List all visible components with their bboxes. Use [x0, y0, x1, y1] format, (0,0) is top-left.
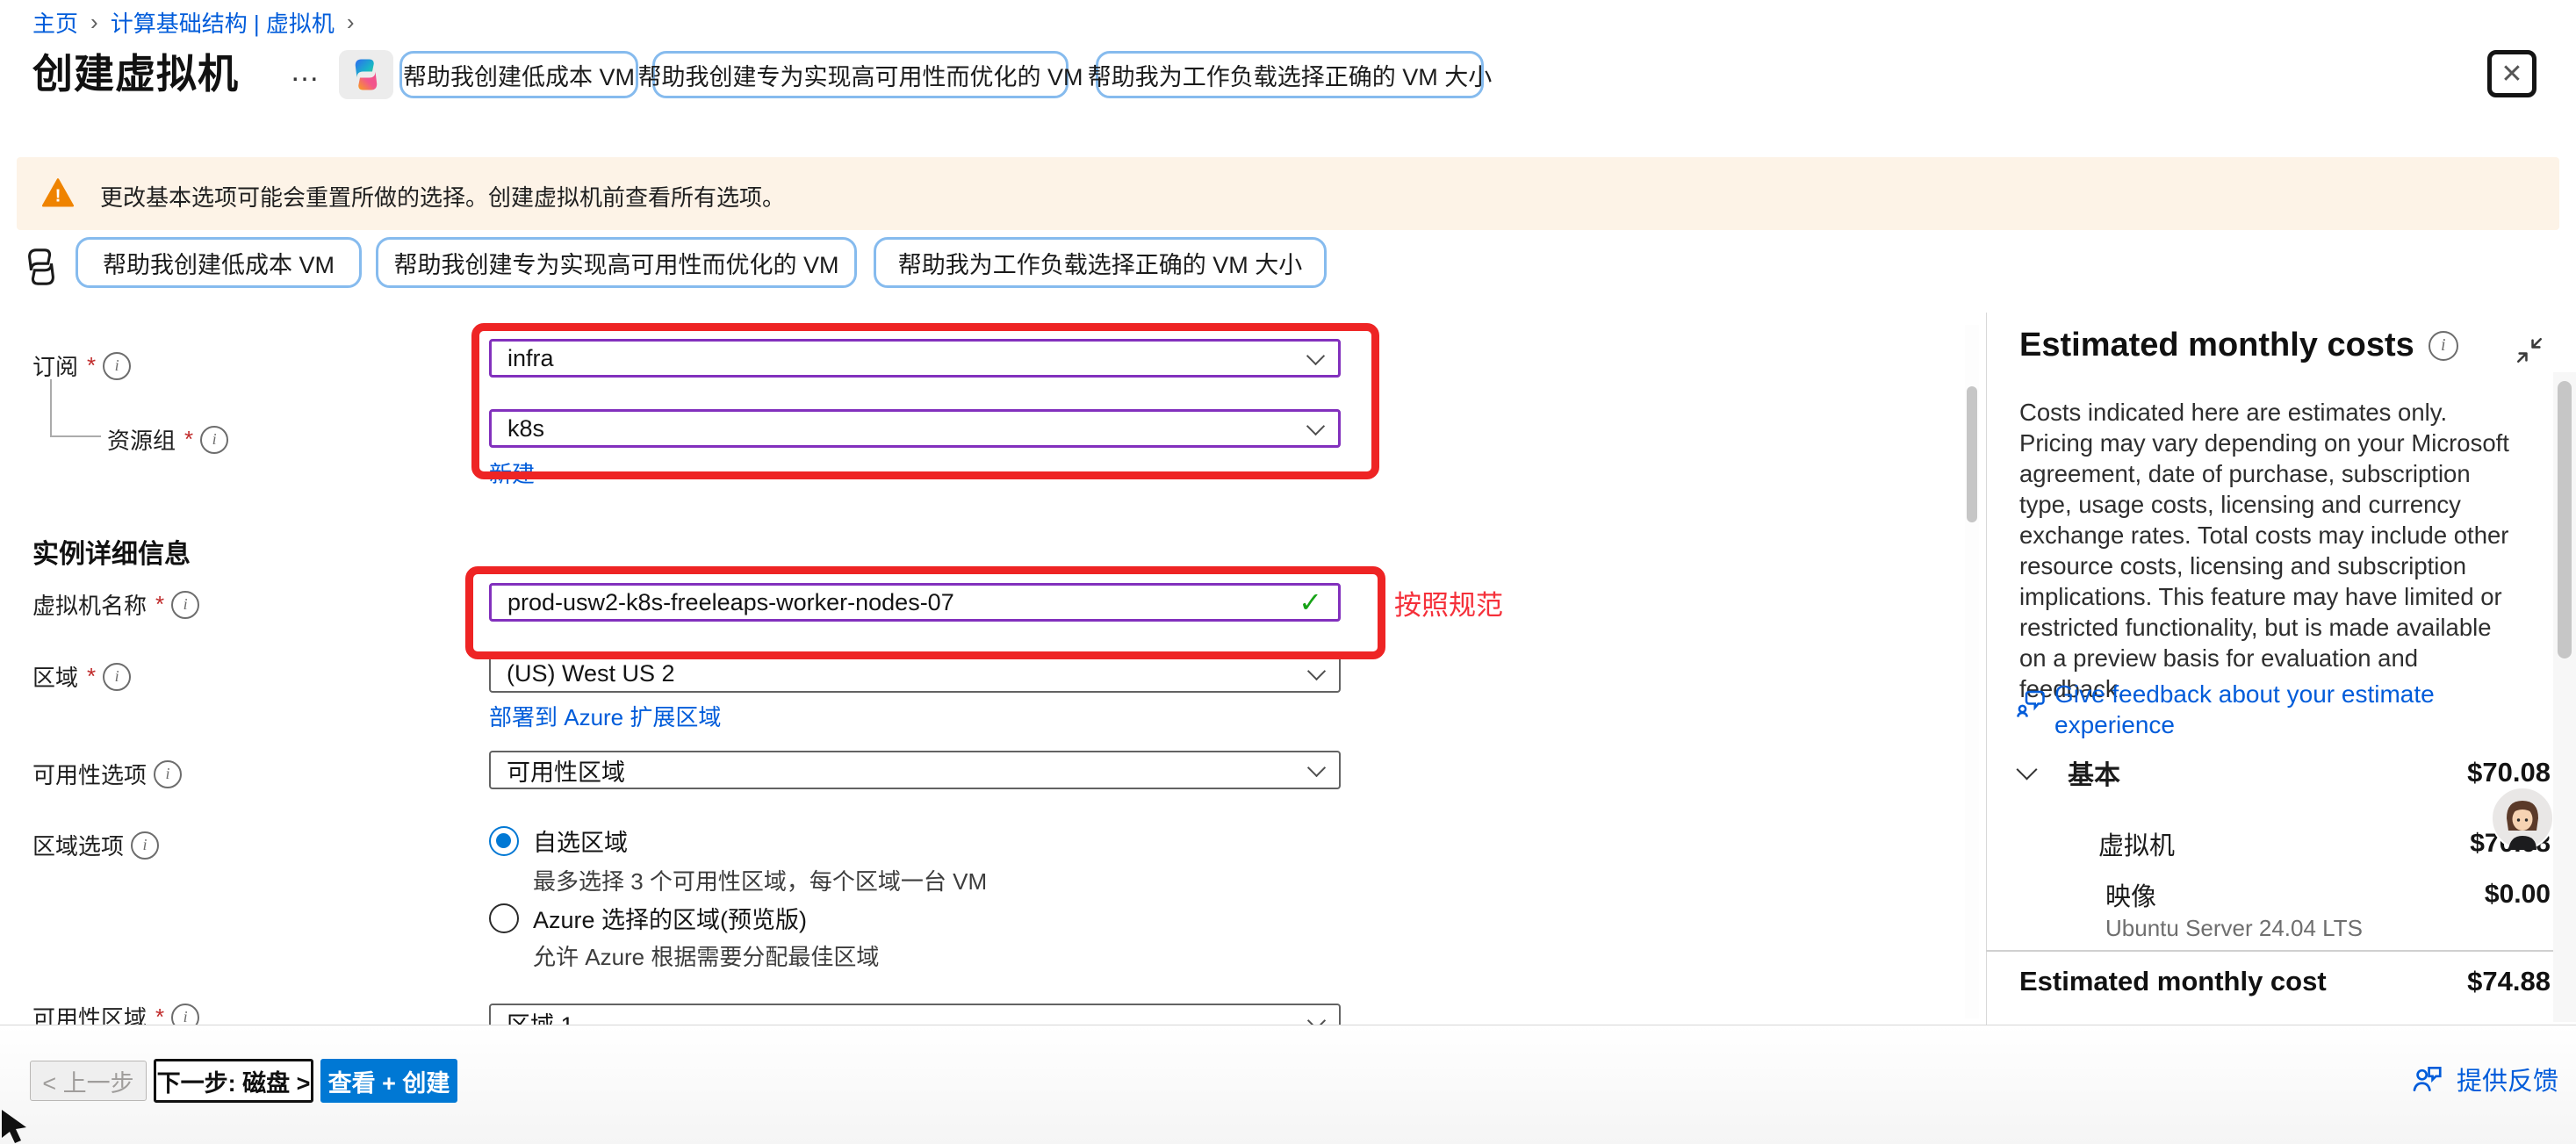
subscription-label: 订阅 * i [32, 349, 131, 382]
tree-connector [50, 379, 101, 437]
close-button[interactable]: ✕ [2487, 50, 2536, 97]
edge-zone-link[interactable]: 部署到 Azure 扩展区域 [489, 700, 721, 732]
breadcrumb-home-link[interactable]: 主页 [32, 6, 78, 39]
info-icon[interactable]: i [103, 352, 131, 380]
subscription-dropdown[interactable]: infra [489, 339, 1341, 378]
person-feedback-icon [2411, 1062, 2444, 1096]
previous-button[interactable]: < 上一步 [30, 1061, 147, 1101]
required-asterisk: * [87, 352, 96, 379]
copilot-outline-icon [21, 247, 61, 287]
info-icon[interactable]: i [2428, 331, 2458, 361]
cost-row-label: 虚拟机 [2098, 825, 2175, 862]
annotation-text: 按照规范 [1394, 583, 1503, 622]
cost-row-image: 映像 $0.00 [2105, 876, 2551, 913]
zone-option-azure-select[interactable]: Azure 选择的区域(预览版) [489, 901, 807, 935]
copilot-suggestion-button[interactable]: 帮助我创建低成本 VM [399, 51, 638, 98]
required-asterisk: * [87, 663, 96, 690]
availability-options-dropdown[interactable]: 可用性区域 [489, 751, 1341, 789]
warning-banner-text: 更改基本选项可能会重置所做的选择。创建虚拟机前查看所有选项。 [100, 180, 785, 212]
cost-row-value: $0.00 [2485, 880, 2551, 910]
info-icon[interactable]: i [154, 760, 182, 788]
cost-panel-description: Costs indicated here are estimates only.… [2019, 397, 2516, 704]
cost-total-divider [1986, 950, 2553, 952]
footer-bar: < 上一步 下一步: 磁盘 > 查看 + 创建 提供反馈 [0, 1025, 2576, 1144]
chevron-right-icon: › [90, 9, 98, 36]
instance-details-heading: 实例详细信息 [32, 532, 191, 571]
zone-option-self-select[interactable]: 自选区域 [489, 824, 628, 858]
resource-group-value: k8s [507, 415, 544, 442]
copilot-suggestion-button[interactable]: 帮助我创建专为实现高可用性而优化的 VM [652, 51, 1069, 98]
availability-options-value: 可用性区域 [507, 753, 625, 788]
chevron-down-icon [2016, 759, 2037, 780]
cost-row-basic[interactable]: 基本 $70.08 [2019, 753, 2551, 792]
review-create-button[interactable]: 查看 + 创建 [320, 1059, 457, 1103]
mouse-cursor [0, 1108, 30, 1143]
resource-group-label: 资源组 * i [107, 423, 228, 456]
panel-scrollbar-thumb[interactable] [2558, 381, 2572, 658]
valid-check-icon: ✓ [1299, 586, 1322, 619]
radio-unselected-icon [489, 903, 519, 933]
copilot-button[interactable] [339, 50, 393, 99]
vm-name-label: 虚拟机名称 * i [32, 588, 199, 621]
copilot-suggestion-button[interactable]: 帮助我为工作负载选择正确的 VM 大小 [1096, 51, 1484, 98]
vm-name-value: prod-usw2-k8s-freeleaps-worker-nodes-07 [507, 589, 954, 616]
page-title: 创建虚拟机 [32, 42, 239, 100]
cost-panel-header: Estimated monthly costs i [2019, 327, 2458, 364]
close-icon: ✕ [2500, 59, 2522, 90]
assistant-avatar[interactable] [2491, 787, 2554, 850]
availability-options-label: 可用性选项 i [32, 758, 182, 790]
breadcrumb-vm-link[interactable]: 计算基础结构 | 虚拟机 [111, 6, 335, 39]
zone-option-desc: 允许 Azure 根据需要分配最佳区域 [533, 939, 879, 972]
cost-row-sublabel: Ubuntu Server 24.04 LTS [2105, 915, 2363, 942]
more-options-button[interactable]: … [290, 54, 321, 89]
region-dropdown[interactable]: (US) West US 2 [489, 654, 1341, 693]
breadcrumb: 主页 › 计算基础结构 | 虚拟机 › [32, 7, 367, 37]
feedback-link-label: 提供反馈 [2457, 1061, 2558, 1097]
zone-options-label: 区域选项 i [32, 829, 159, 861]
region-label: 区域 * i [32, 660, 131, 693]
vm-name-input[interactable]: prod-usw2-k8s-freeleaps-worker-nodes-07 … [489, 583, 1341, 622]
panel-divider [1986, 313, 1987, 1025]
main-scrollbar-thumb[interactable] [1967, 386, 1977, 522]
collapse-icon[interactable] [2515, 335, 2544, 365]
chevron-down-icon [1307, 758, 1326, 776]
info-icon[interactable]: i [131, 831, 159, 860]
copilot-suggestion-button[interactable]: 帮助我创建低成本 VM [76, 237, 362, 288]
svg-text:!: ! [55, 186, 61, 206]
copilot-icon [348, 56, 385, 93]
info-icon[interactable]: i [200, 426, 228, 454]
warning-banner: ! 更改基本选项可能会重置所做的选择。创建虚拟机前查看所有选项。 [17, 157, 2559, 230]
estimate-feedback-link[interactable]: Give feedback about your estimate experi… [2054, 679, 2525, 740]
copilot-suggestion-button[interactable]: 帮助我为工作负载选择正确的 VM 大小 [874, 237, 1327, 288]
region-value: (US) West US 2 [507, 660, 675, 687]
info-icon[interactable]: i [103, 663, 131, 691]
subscription-value: infra [507, 345, 554, 372]
cost-panel-title: Estimated monthly costs [2019, 327, 2414, 364]
warning-icon: ! [40, 176, 76, 210]
chevron-down-icon [1307, 661, 1326, 680]
resource-group-dropdown[interactable]: k8s [489, 409, 1341, 448]
cost-row-value: $70.08 [2467, 757, 2551, 788]
feedback-link[interactable]: 提供反馈 [2411, 1061, 2558, 1097]
cost-total-row: Estimated monthly cost $74.88 [2019, 966, 2551, 997]
cost-row-label: 映像 [2105, 876, 2156, 913]
next-disks-button[interactable]: 下一步: 磁盘 > [154, 1059, 313, 1103]
create-new-resource-group-link[interactable]: 新建 [489, 457, 535, 489]
cost-row-label: 基本 [2068, 753, 2120, 792]
cost-total-label: Estimated monthly cost [2019, 966, 2327, 997]
radio-selected-icon [489, 826, 519, 856]
cost-row-vm: 虚拟机 $70.08 [2098, 825, 2551, 862]
chevron-down-icon [1306, 346, 1325, 364]
info-icon[interactable]: i [171, 591, 199, 619]
zone-option-desc: 最多选择 3 个可用性区域，每个区域一台 VM [533, 864, 987, 896]
required-asterisk: * [184, 426, 193, 453]
copilot-suggestion-button[interactable]: 帮助我创建专为实现高可用性而优化的 VM [376, 237, 857, 288]
chevron-right-icon: › [347, 9, 355, 36]
chevron-down-icon [1306, 416, 1325, 435]
feedback-chat-icon [2016, 687, 2047, 718]
required-asterisk: * [155, 591, 164, 618]
cost-total-value: $74.88 [2467, 966, 2551, 997]
